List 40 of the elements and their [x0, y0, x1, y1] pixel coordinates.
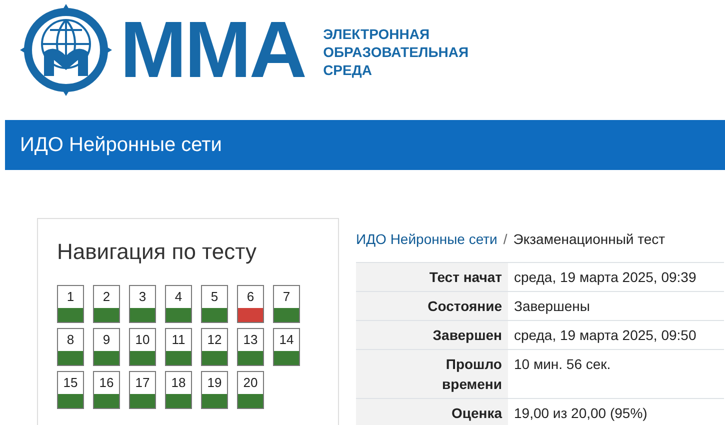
question-button[interactable]: 18: [165, 371, 192, 409]
question-button[interactable]: 1: [57, 285, 84, 323]
logo-wordmark: ММА: [120, 10, 306, 90]
summary-value: 10 мин. 56 сек.: [508, 350, 724, 398]
logo-tagline: ЭЛЕКТРОННАЯ: [323, 25, 431, 43]
question-button[interactable]: 15: [57, 371, 84, 409]
summary-value: 19,00 из 20,00 (95%): [508, 398, 724, 425]
question-button[interactable]: 7: [273, 285, 300, 323]
summary-label: Завершен: [356, 320, 508, 350]
summary-label: Прошло времени: [356, 350, 508, 398]
question-button[interactable]: 8: [57, 328, 84, 366]
question-button[interactable]: 20: [237, 371, 264, 409]
breadcrumb-current: Экзаменационный тест: [513, 231, 666, 247]
summary-label: Тест начат: [356, 262, 508, 292]
question-button[interactable]: 4: [165, 285, 192, 323]
question-button[interactable]: 6: [237, 285, 264, 323]
question-button[interactable]: 2: [93, 285, 120, 323]
question-button[interactable]: 5: [201, 285, 228, 323]
question-button[interactable]: 17: [129, 371, 156, 409]
summary-value: среда, 19 марта 2025, 09:50: [508, 320, 724, 350]
globe-emblem-icon: [20, 4, 112, 96]
question-button[interactable]: 12: [201, 328, 228, 366]
logo-tagline: СРЕДА: [323, 61, 373, 79]
question-button[interactable]: 19: [201, 371, 228, 409]
summary-label: Состояние: [356, 292, 508, 320]
question-button[interactable]: 13: [237, 328, 264, 366]
question-button[interactable]: 16: [93, 371, 120, 409]
question-button[interactable]: 9: [93, 328, 120, 366]
summary-value: Завершены: [508, 292, 724, 320]
question-button[interactable]: 10: [129, 328, 156, 366]
navigation-title: Навигация по тесту: [57, 239, 258, 265]
breadcrumb-separator: /: [503, 231, 508, 247]
summary-label: Оценка: [356, 398, 508, 425]
course-title: ИДО Нейронные сети: [20, 134, 222, 156]
question-button[interactable]: 3: [129, 285, 156, 323]
question-button[interactable]: 14: [273, 328, 300, 366]
summary-value: среда, 19 марта 2025, 09:39: [508, 262, 724, 292]
question-button[interactable]: 11: [165, 328, 192, 366]
logo-tagline: ОБРАЗОВАТЕЛЬНАЯ: [323, 43, 469, 61]
breadcrumb-link[interactable]: ИДО Нейронные сети: [356, 231, 498, 247]
